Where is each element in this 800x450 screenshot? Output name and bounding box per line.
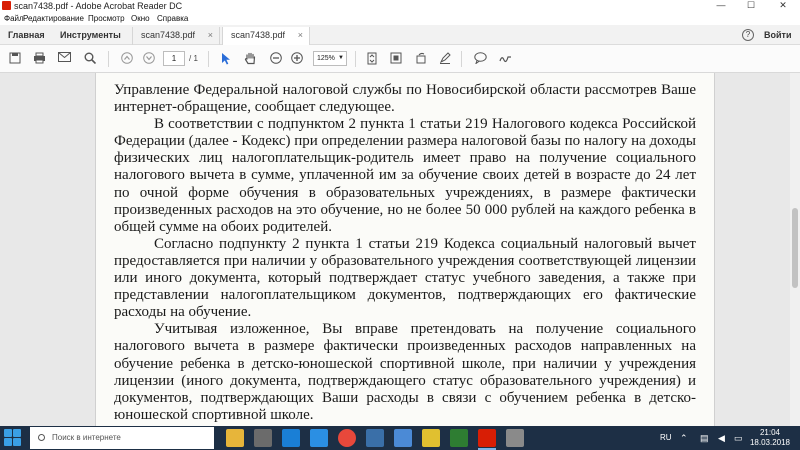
document-tab[interactable]: scan7438.pdf × <box>132 27 220 45</box>
help-icon[interactable]: ? <box>742 29 754 41</box>
search-icon <box>38 434 45 441</box>
window-title: scan7438.pdf - Adobe Acrobat Reader DC <box>14 1 183 11</box>
document-tab-label: scan7438.pdf <box>141 30 196 40</box>
language-indicator[interactable]: RU <box>660 426 672 450</box>
toolbar-divider <box>461 51 462 67</box>
chrome-icon[interactable] <box>338 429 356 447</box>
search-icon[interactable] <box>83 52 97 66</box>
menu-view[interactable]: Просмотр <box>88 13 125 24</box>
chevron-down-icon: ▼ <box>338 55 344 61</box>
full-screen-icon[interactable] <box>389 52 403 66</box>
toolbar: 1 / 1 125% ▼ <box>0 45 800 73</box>
comment-icon[interactable] <box>473 52 487 66</box>
tray-chevron-icon[interactable]: ⌃ <box>680 426 688 450</box>
system-clock[interactable]: 21:04 18.03.2018 <box>748 428 792 448</box>
clock-time: 21:04 <box>759 428 781 437</box>
tab-tools[interactable]: Инструменты <box>60 30 121 41</box>
zoom-level-select[interactable]: 125% ▼ <box>313 51 347 66</box>
document-paragraph: Учитывая изложенное, Вы вправе претендов… <box>114 321 696 423</box>
volume-icon[interactable]: ◀ <box>718 426 725 450</box>
menu-window[interactable]: Окно <box>131 13 150 24</box>
hand-tool-icon[interactable] <box>243 52 257 66</box>
clock-date: 18.03.2018 <box>749 438 791 447</box>
taskbar-app-icon[interactable] <box>366 429 384 447</box>
document-paragraph: В соответствии с подпунктом 2 пункта 1 с… <box>114 116 696 235</box>
document-tab-label: scan7438.pdf <box>231 30 286 40</box>
fit-page-icon[interactable] <box>365 52 379 66</box>
title-bar: scan7438.pdf - Adobe Acrobat Reader DC —… <box>0 0 800 12</box>
taskbar-app-icon[interactable] <box>394 429 412 447</box>
windows-logo-icon <box>4 429 12 437</box>
pdf-page: Управление Федеральной налоговой службы … <box>95 73 715 426</box>
menu-file[interactable]: Файл <box>4 13 24 24</box>
acrobat-taskbar-icon[interactable] <box>478 429 496 450</box>
select-cursor-icon[interactable] <box>219 52 233 66</box>
zoom-in-icon[interactable] <box>290 52 304 66</box>
taskbar-app-icon[interactable] <box>450 429 468 447</box>
acrobat-app-icon <box>2 1 11 10</box>
vertical-scrollbar[interactable] <box>790 73 800 426</box>
sign-in-button[interactable]: Войти <box>764 30 791 41</box>
document-text: Управление Федеральной налоговой службы … <box>114 82 696 424</box>
tab-bar: Главная Инструменты scan7438.pdf × scan7… <box>0 25 800 45</box>
file-explorer-icon[interactable] <box>226 429 244 447</box>
previous-page-icon[interactable] <box>120 52 134 66</box>
scrollbar-thumb[interactable] <box>792 208 798 288</box>
toolbar-divider <box>355 51 356 67</box>
menu-edit[interactable]: Редактирование <box>23 13 84 24</box>
minimize-button[interactable]: — <box>710 0 732 12</box>
taskbar-search-input[interactable]: Поиск в интернете <box>30 427 214 449</box>
network-icon[interactable]: ▤ <box>700 426 709 450</box>
tab-home[interactable]: Главная <box>8 30 45 41</box>
document-paragraph: Согласно подпункту 2 пункта 1 статьи 219… <box>114 235 696 321</box>
start-button[interactable] <box>4 429 22 447</box>
batman-app-icon[interactable] <box>422 429 440 447</box>
zoom-out-icon[interactable] <box>269 52 283 66</box>
battery-icon[interactable]: ▭ <box>734 426 743 450</box>
taskbar-app-icon[interactable] <box>506 429 524 447</box>
toolbar-divider <box>108 51 109 67</box>
page-number-input[interactable]: 1 <box>163 51 185 66</box>
close-window-button[interactable]: ✕ <box>772 0 794 12</box>
next-page-icon[interactable] <box>142 52 156 66</box>
toolbar-divider <box>208 51 209 67</box>
windows-logo-icon <box>13 438 21 446</box>
rotate-icon[interactable] <box>414 52 428 66</box>
windows-logo-icon <box>13 429 21 437</box>
document-view[interactable]: Управление Федеральной налоговой службы … <box>0 73 800 426</box>
close-tab-icon[interactable]: × <box>208 27 213 44</box>
taskbar-app-icon[interactable] <box>254 429 272 447</box>
maximize-button[interactable]: ☐ <box>740 0 762 12</box>
windows-logo-icon <box>4 438 12 446</box>
sign-icon[interactable] <box>498 52 512 66</box>
store-icon[interactable] <box>282 429 300 447</box>
zoom-level-value: 125% <box>317 55 335 62</box>
document-paragraph: Управление Федеральной налоговой службы … <box>114 82 696 116</box>
highlight-icon[interactable] <box>438 52 452 66</box>
taskbar-search-placeholder: Поиск в интернете <box>52 433 121 442</box>
save-icon[interactable] <box>8 52 22 66</box>
menu-bar: Файл Редактирование Просмотр Окно Справк… <box>0 12 800 25</box>
email-icon[interactable] <box>57 52 71 66</box>
edge-icon[interactable] <box>310 429 328 447</box>
document-tab-active[interactable]: scan7438.pdf × <box>222 27 310 45</box>
print-icon[interactable] <box>32 52 46 66</box>
menu-help[interactable]: Справка <box>157 13 188 24</box>
windows-taskbar: Поиск в интернете RU ⌃ ▤ ◀ ▭ 21:04 18.03… <box>0 426 800 450</box>
page-total: / 1 <box>189 54 198 63</box>
close-tab-icon[interactable]: × <box>298 27 303 44</box>
